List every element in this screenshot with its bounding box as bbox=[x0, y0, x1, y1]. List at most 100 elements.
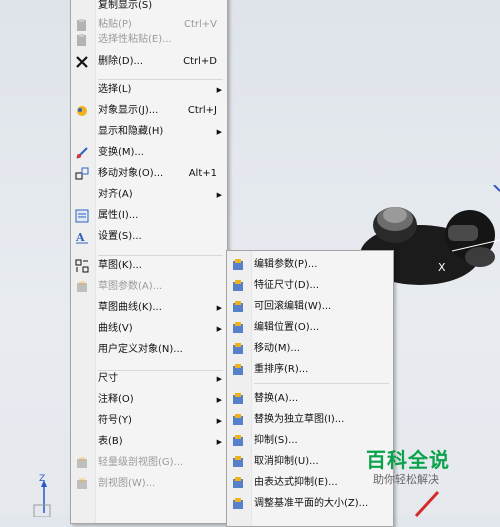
blank-icon bbox=[75, 83, 89, 97]
submenu-item-6[interactable]: 替换(A)... bbox=[227, 389, 393, 409]
menu-item-label: 草图(K)... bbox=[98, 260, 142, 271]
menu-item-label: 属性(I)... bbox=[98, 210, 139, 221]
menu-item-label: 变换(M)... bbox=[98, 147, 144, 158]
submenu-item-5[interactable]: 重排序(R)... bbox=[227, 360, 393, 380]
pointer-arrow-icon bbox=[414, 490, 440, 517]
submenu-item-4[interactable]: 移动(M)... bbox=[227, 339, 393, 359]
sketch-icon bbox=[75, 259, 89, 273]
menu-item-7[interactable]: 变换(M)... bbox=[71, 143, 227, 163]
submenu-arrow-icon: ▶ bbox=[216, 128, 222, 136]
menu-item-shortcut: Ctrl+D bbox=[183, 56, 217, 67]
context-menu: 复制显示(S) 粘贴(P) Ctrl+V 选择性粘贴(E)... 删除(D)... Ctr… bbox=[70, 0, 228, 524]
submenu-item-label: 重排序(R)... bbox=[254, 364, 309, 375]
submenu-item-label: 移动(M)... bbox=[254, 343, 300, 354]
submenu-item-2[interactable]: 可回滚编辑(W)... bbox=[227, 297, 393, 317]
submenu-arrow-icon: ▶ bbox=[216, 417, 222, 425]
replace-sketch-icon bbox=[231, 413, 245, 427]
submenu-item-label: 抑制(S)... bbox=[254, 435, 298, 446]
menu-item-label: 注释(O) bbox=[98, 394, 134, 405]
submenu-item-11[interactable]: 调整基准平面的大小(Z)... bbox=[227, 494, 393, 514]
menu-item-9[interactable]: 对齐(A) ▶ bbox=[71, 185, 227, 205]
menu-item-5[interactable]: 对象显示(J)... Ctrl+J bbox=[71, 101, 227, 121]
move-object-icon bbox=[75, 167, 89, 181]
x-axis-label: X bbox=[438, 261, 446, 274]
properties-icon bbox=[75, 209, 89, 223]
menu-separator bbox=[254, 383, 389, 384]
sketch-params-icon bbox=[75, 280, 89, 294]
menu-item-10[interactable]: 属性(I)... bbox=[71, 206, 227, 226]
menu-item-label: 对象显示(J)... bbox=[98, 105, 159, 116]
menu-item-label: 尺寸 bbox=[98, 373, 118, 384]
submenu-item-10[interactable]: 由表达式抑制(E)... bbox=[227, 473, 393, 493]
blank-icon bbox=[75, 414, 89, 428]
menu-item-18[interactable]: 注释(O) ▶ bbox=[71, 390, 227, 410]
svg-text:A: A bbox=[75, 231, 85, 244]
unsuppress-icon bbox=[231, 455, 245, 469]
submenu-arrow-icon: ▶ bbox=[216, 396, 222, 404]
submenu-item-0[interactable]: 编辑参数(P)... bbox=[227, 255, 393, 275]
menu-item-8[interactable]: 移动对象(O)... Alt+1 bbox=[71, 164, 227, 184]
menu-item-13[interactable]: 草图参数(A)... bbox=[71, 277, 227, 297]
menu-item-15[interactable]: 曲线(V) ▶ bbox=[71, 319, 227, 339]
menu-item-label: 设置(S)... bbox=[98, 231, 142, 242]
paste-special-icon bbox=[75, 33, 89, 47]
menu-item-3[interactable]: 删除(D)... Ctrl+D bbox=[71, 52, 227, 72]
submenu-item-label: 可回滚编辑(W)... bbox=[254, 301, 332, 312]
blank-icon bbox=[75, 393, 89, 407]
submenu-item-label: 调整基准平面的大小(Z)... bbox=[254, 498, 369, 509]
menu-item-2[interactable]: 选择性粘贴(E)... bbox=[71, 30, 227, 50]
menu-item-label: 显示和隐藏(H) bbox=[98, 126, 164, 137]
submenu-item-label: 编辑参数(P)... bbox=[254, 259, 318, 270]
submenu-item-label: 编辑位置(O)... bbox=[254, 322, 320, 333]
suppress-icon bbox=[231, 434, 245, 448]
section-view-icon bbox=[75, 477, 89, 491]
blank-icon bbox=[75, 322, 89, 336]
submenu-item-3[interactable]: 编辑位置(O)... bbox=[227, 318, 393, 338]
submenu-item-label: 替换(A)... bbox=[254, 393, 299, 404]
submenu-arrow-icon: ▶ bbox=[216, 191, 222, 199]
reorder-icon bbox=[231, 363, 245, 377]
z-axis-label: Z bbox=[39, 474, 46, 484]
menu-item-11[interactable]: A 设置(S)... bbox=[71, 227, 227, 247]
menu-item-20[interactable]: 表(B) ▶ bbox=[71, 432, 227, 452]
blank-icon bbox=[75, 343, 89, 357]
resize-datum-plane-icon bbox=[231, 497, 245, 511]
menu-item-17[interactable]: 尺寸 ▶ bbox=[71, 369, 227, 389]
menu-item-14[interactable]: 草图曲线(K)... ▶ bbox=[71, 298, 227, 318]
coordinate-triad-icon bbox=[33, 480, 51, 517]
blank-icon bbox=[75, 125, 89, 139]
menu-item-label: 表(B) bbox=[98, 436, 123, 447]
menu-item-shortcut: Alt+1 bbox=[188, 168, 217, 179]
menu-item-22[interactable]: 剖视图(W)... bbox=[71, 474, 227, 494]
menu-item-shortcut: Ctrl+J bbox=[187, 105, 217, 116]
menu-item-16[interactable]: 用户定义对象(N)... bbox=[71, 340, 227, 360]
transform-icon bbox=[75, 146, 89, 160]
menu-item-label: 删除(D)... bbox=[98, 56, 144, 67]
menu-item-4[interactable]: 选择(L) ▶ bbox=[71, 80, 227, 100]
menu-item-label: 轻量级剖视图(G)... bbox=[98, 457, 184, 468]
submenu-item-label: 替换为独立草图(I)... bbox=[254, 414, 345, 425]
menu-item-label: 符号(Y) bbox=[98, 415, 132, 426]
submenu-arrow-icon: ▶ bbox=[216, 375, 222, 383]
menu-item-21[interactable]: 轻量级剖视图(G)... bbox=[71, 453, 227, 473]
watermark-title: 百科全说 bbox=[366, 448, 450, 472]
blank-icon bbox=[75, 435, 89, 449]
submenu-item-7[interactable]: 替换为独立草图(I)... bbox=[227, 410, 393, 430]
menu-item-6[interactable]: 显示和隐藏(H) ▶ bbox=[71, 122, 227, 142]
menu-item-label: 复制显示(S) bbox=[98, 0, 153, 11]
rollback-edit-icon bbox=[231, 300, 245, 314]
menu-item-label: 用户定义对象(N)... bbox=[98, 344, 183, 355]
menu-item-label: 选择(L) bbox=[98, 84, 132, 95]
menu-item-label: 选择性粘贴(E)... bbox=[98, 34, 172, 45]
move-icon bbox=[231, 342, 245, 356]
submenu-arrow-icon: ▶ bbox=[216, 86, 222, 94]
submenu-arrow-icon: ▶ bbox=[216, 325, 222, 333]
menu-item-19[interactable]: 符号(Y) ▶ bbox=[71, 411, 227, 431]
menu-item-0[interactable]: 复制显示(S) bbox=[71, 0, 227, 16]
blank-icon bbox=[75, 372, 89, 386]
edit-feature-submenu: 编辑参数(P)... 特征尺寸(D)... 可回滚编辑(W)... 编辑位置(O)..… bbox=[226, 250, 394, 527]
submenu-item-1[interactable]: 特征尺寸(D)... bbox=[227, 276, 393, 296]
menu-item-12[interactable]: 草图(K)... bbox=[71, 256, 227, 276]
menu-item-label: 草图参数(A)... bbox=[98, 281, 163, 292]
replace-icon bbox=[231, 392, 245, 406]
